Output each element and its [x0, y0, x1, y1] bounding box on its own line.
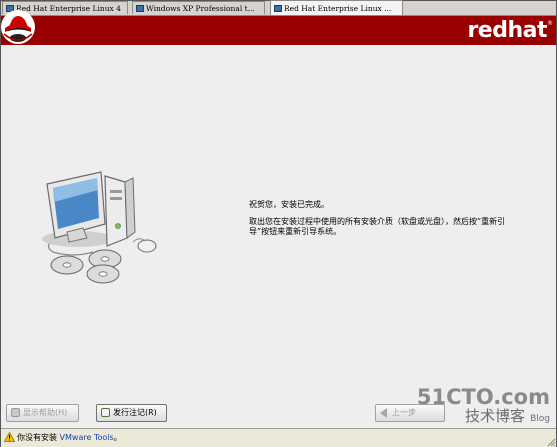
watermark: 51CTO.com 技术博客 Blog	[417, 387, 550, 424]
warning-icon	[4, 432, 15, 442]
status-suffix: 。	[113, 433, 122, 442]
button-label: 发行注记(R)	[113, 408, 157, 417]
redhat-wordmark: redhat	[467, 18, 547, 43]
tab-label: Windows XP Professional t...	[146, 4, 255, 13]
watermark-blog: Blog	[530, 414, 550, 424]
vmware-console-window: Red Hat Enterprise Linux 4 Windows XP Pr…	[0, 0, 557, 447]
watermark-sub: 技术博客	[464, 407, 525, 425]
disc-icon	[86, 264, 120, 284]
notes-icon	[101, 408, 110, 417]
registered-mark: ®	[547, 20, 553, 27]
release-notes-button[interactable]: 发行注记(R)	[96, 404, 167, 422]
status-message: 你没有安装 VMware Tools。	[17, 429, 122, 446]
remove-media-instructions: 取出您在安装过程中使用的所有安装介质（软盘或光盘），然后按“重新引导”按钮来重新…	[249, 217, 506, 236]
tab-label: Red Hat Enterprise Linux ...	[284, 4, 392, 13]
vmware-tools-link[interactable]: VMware Tools	[60, 433, 114, 442]
status-bar: 你没有安装 VMware Tools。	[1, 428, 556, 447]
install-complete-message: 祝贺您，安装已完成。	[249, 200, 329, 209]
computer-with-discs-illustration	[42, 171, 157, 284]
vm-icon	[274, 5, 282, 12]
show-help-button[interactable]: 显示帮助(H)	[6, 404, 79, 422]
watermark-main: 51CTO.com	[416, 385, 550, 409]
tab-rhel-active[interactable]: Red Hat Enterprise Linux ...	[270, 0, 403, 15]
tab-winxp[interactable]: Windows XP Professional t...	[132, 1, 265, 14]
button-label: 上一步	[392, 408, 416, 417]
arrow-left-icon	[380, 408, 387, 418]
redhat-header-banner: redhat ®	[1, 10, 556, 45]
vm-icon	[136, 5, 144, 12]
status-prefix: 你没有安装	[17, 433, 60, 442]
resize-grip-icon[interactable]	[546, 437, 556, 447]
shadowman-logo-icon	[1, 10, 35, 44]
help-icon	[11, 408, 20, 417]
disc-icon	[50, 255, 84, 275]
vm-tab-strip: Red Hat Enterprise Linux 4 Windows XP Pr…	[1, 0, 556, 16]
button-label: 显示帮助(H)	[23, 408, 68, 417]
